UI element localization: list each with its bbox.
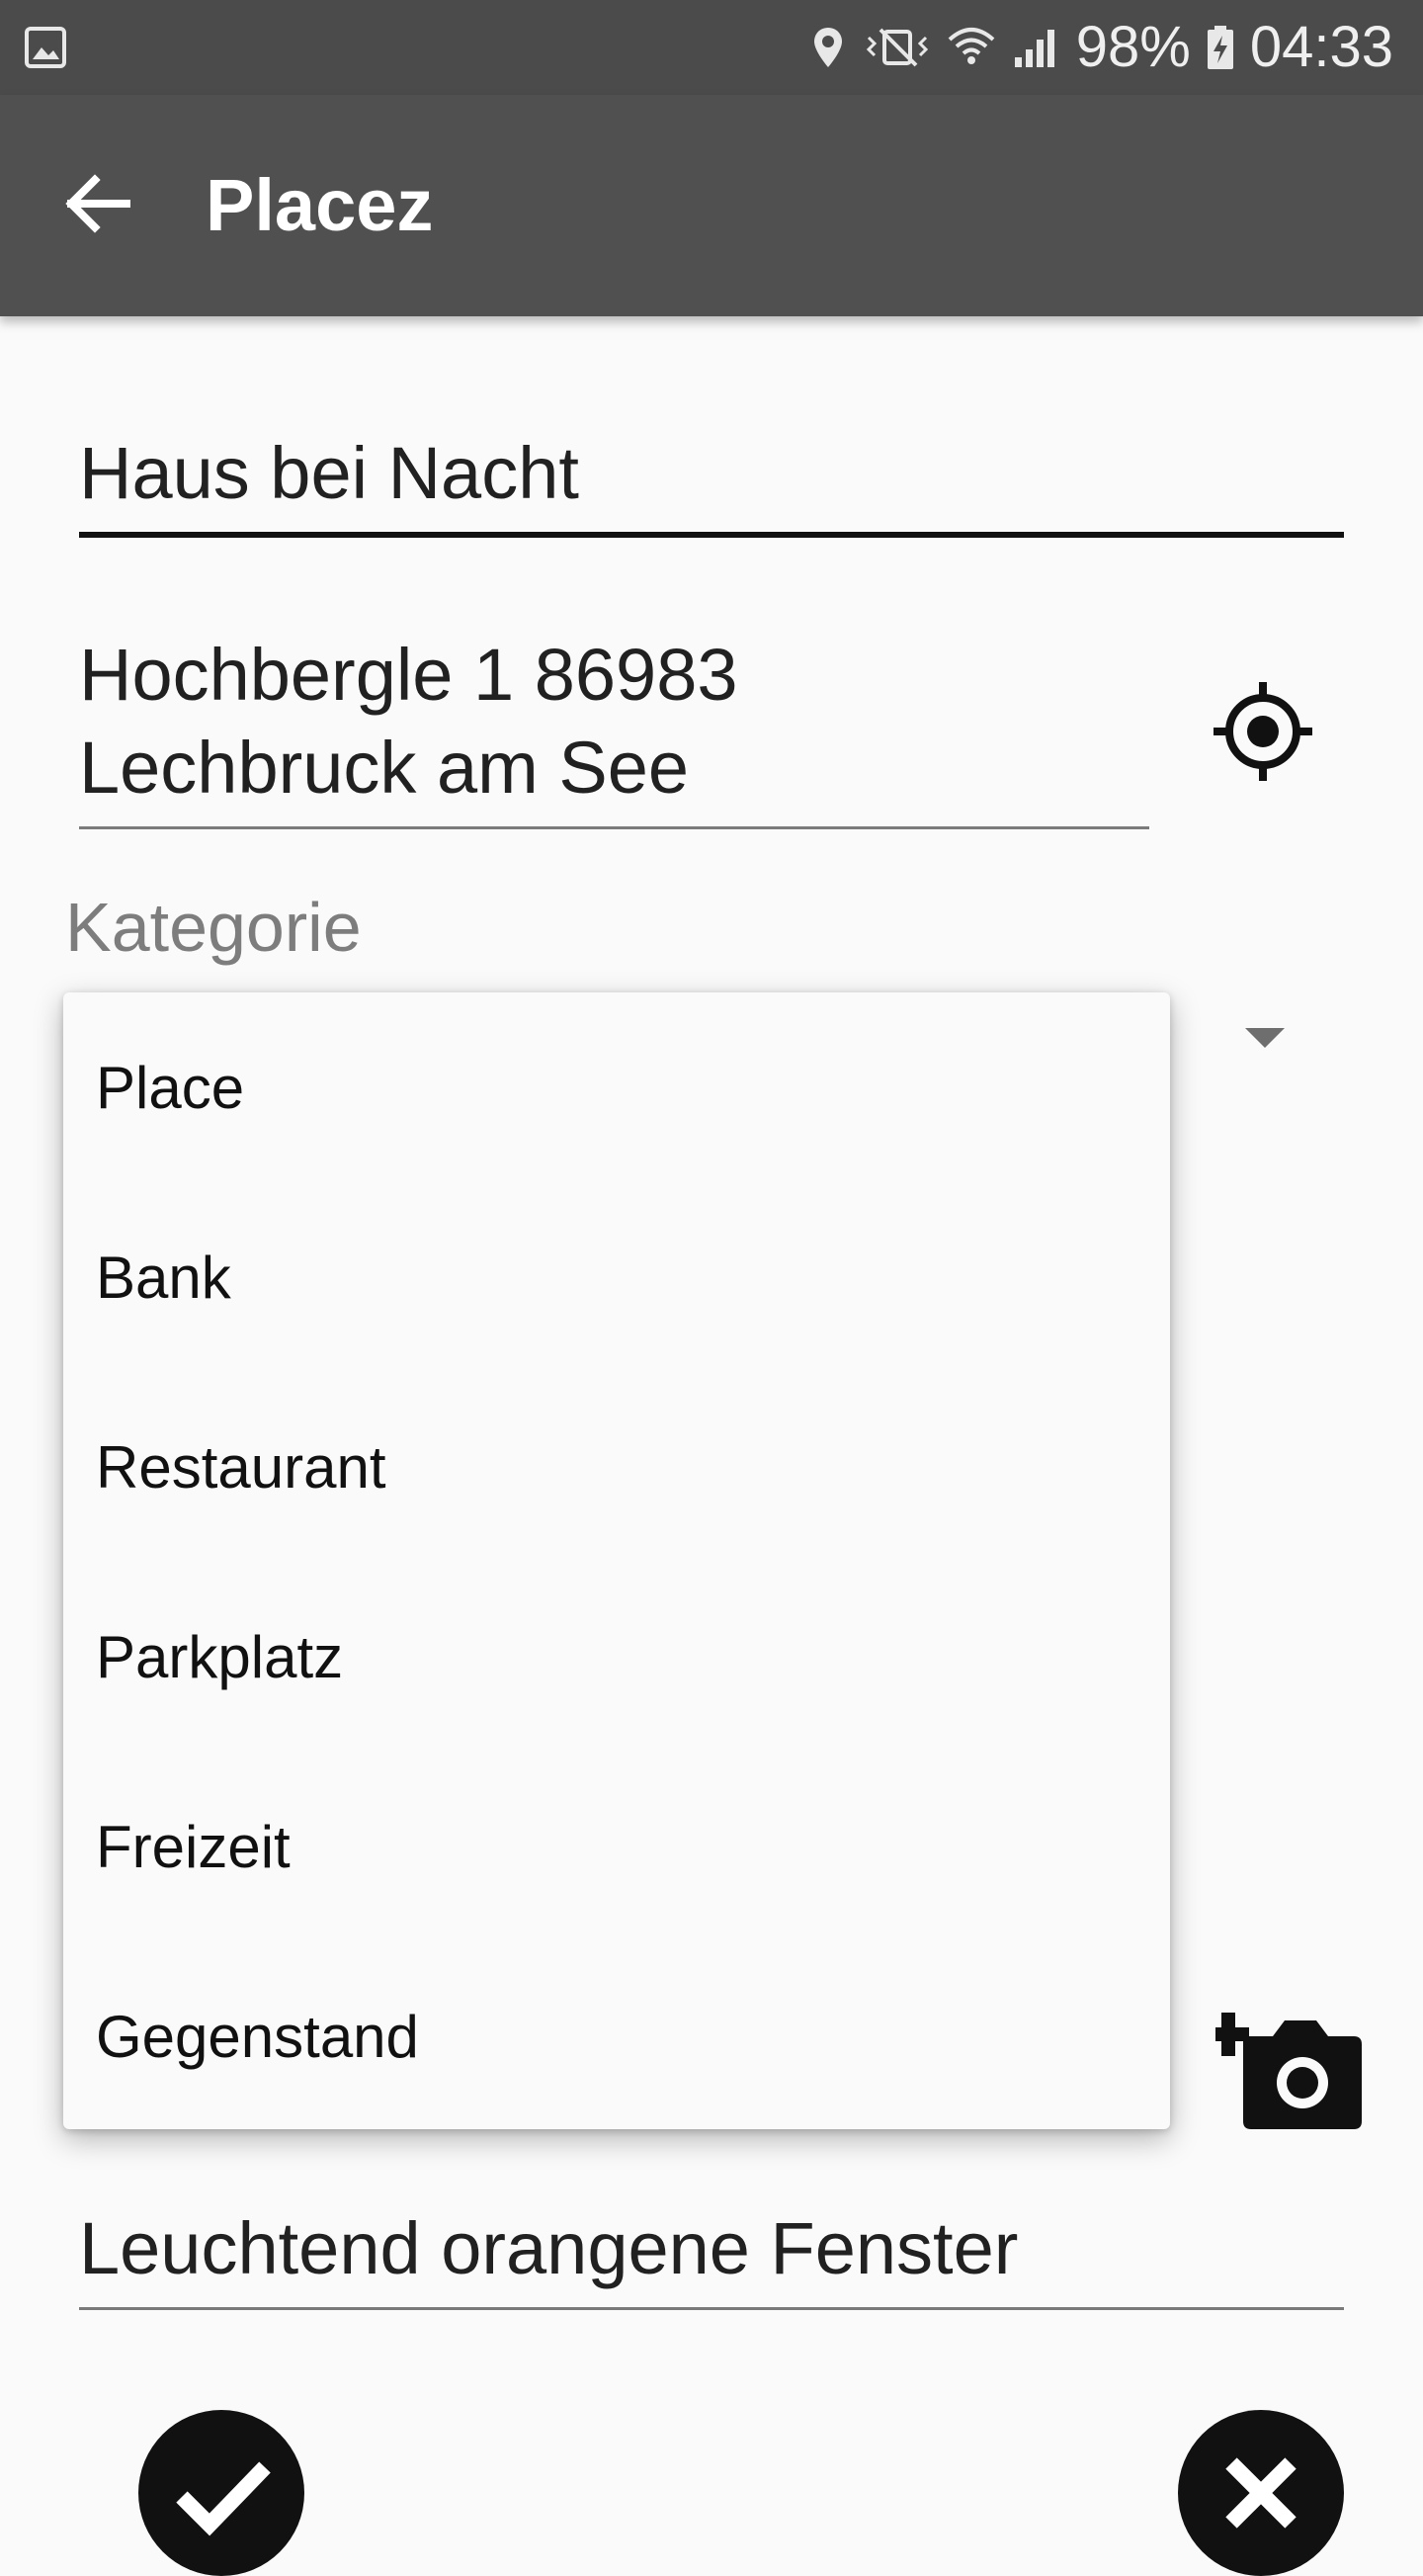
battery-charging-icon [1207,26,1233,69]
signal-icon [1014,30,1054,67]
confirm-button[interactable] [138,2410,304,2576]
wifi-icon [948,28,995,64]
place-name-field[interactable]: Haus bei Nacht [79,427,579,520]
battery-percent: 98% [1075,15,1191,79]
close-icon [1225,2457,1297,2529]
dropdown-item-gegenstand[interactable]: Gegenstand [63,1941,1170,2131]
address-field[interactable]: Hochbergle 1 86983 Lechbruck am See [79,629,1146,815]
back-button[interactable] [47,154,146,253]
dropdown-item-freizeit[interactable]: Freizeit [63,1752,1170,1941]
gallery-icon [25,27,66,68]
check-icon [176,2461,271,2536]
status-icons: 98% 04:33 [807,0,1393,95]
vibrate-mute-icon [866,28,928,67]
gps-fixed-icon[interactable] [1204,672,1322,791]
category-label: Kategorie [65,889,362,966]
status-bar: 98% 04:33 [0,0,1423,95]
dropdown-item-restaurant[interactable]: Restaurant [63,1372,1170,1562]
location-pin-icon [813,28,842,67]
description-field[interactable]: Leuchtend orangene Fenster [79,2202,1018,2295]
dropdown-item-place[interactable]: Place [63,992,1170,1182]
address-line-1: Hochbergle 1 86983 [79,634,738,716]
dropdown-item-parkplatz[interactable]: Parkplatz [63,1562,1170,1752]
category-spinner-arrow-icon[interactable] [1245,1028,1285,1048]
dropdown-item-bank[interactable]: Bank [63,1182,1170,1372]
address-line-2: Lechbruck am See [79,727,690,809]
app-title: Placez [206,164,434,246]
cancel-button[interactable] [1178,2410,1344,2576]
add-a-photo-icon[interactable] [1215,1997,1364,2131]
category-dropdown: Place Bank Restaurant Parkplatz Freizeit… [63,992,1170,2129]
description-underline [79,2307,1344,2310]
arrow-back-icon [65,174,130,233]
place-name-underline [79,532,1344,538]
app-bar: Placez [0,95,1423,316]
clock: 04:33 [1249,15,1393,79]
address-underline [79,826,1149,829]
